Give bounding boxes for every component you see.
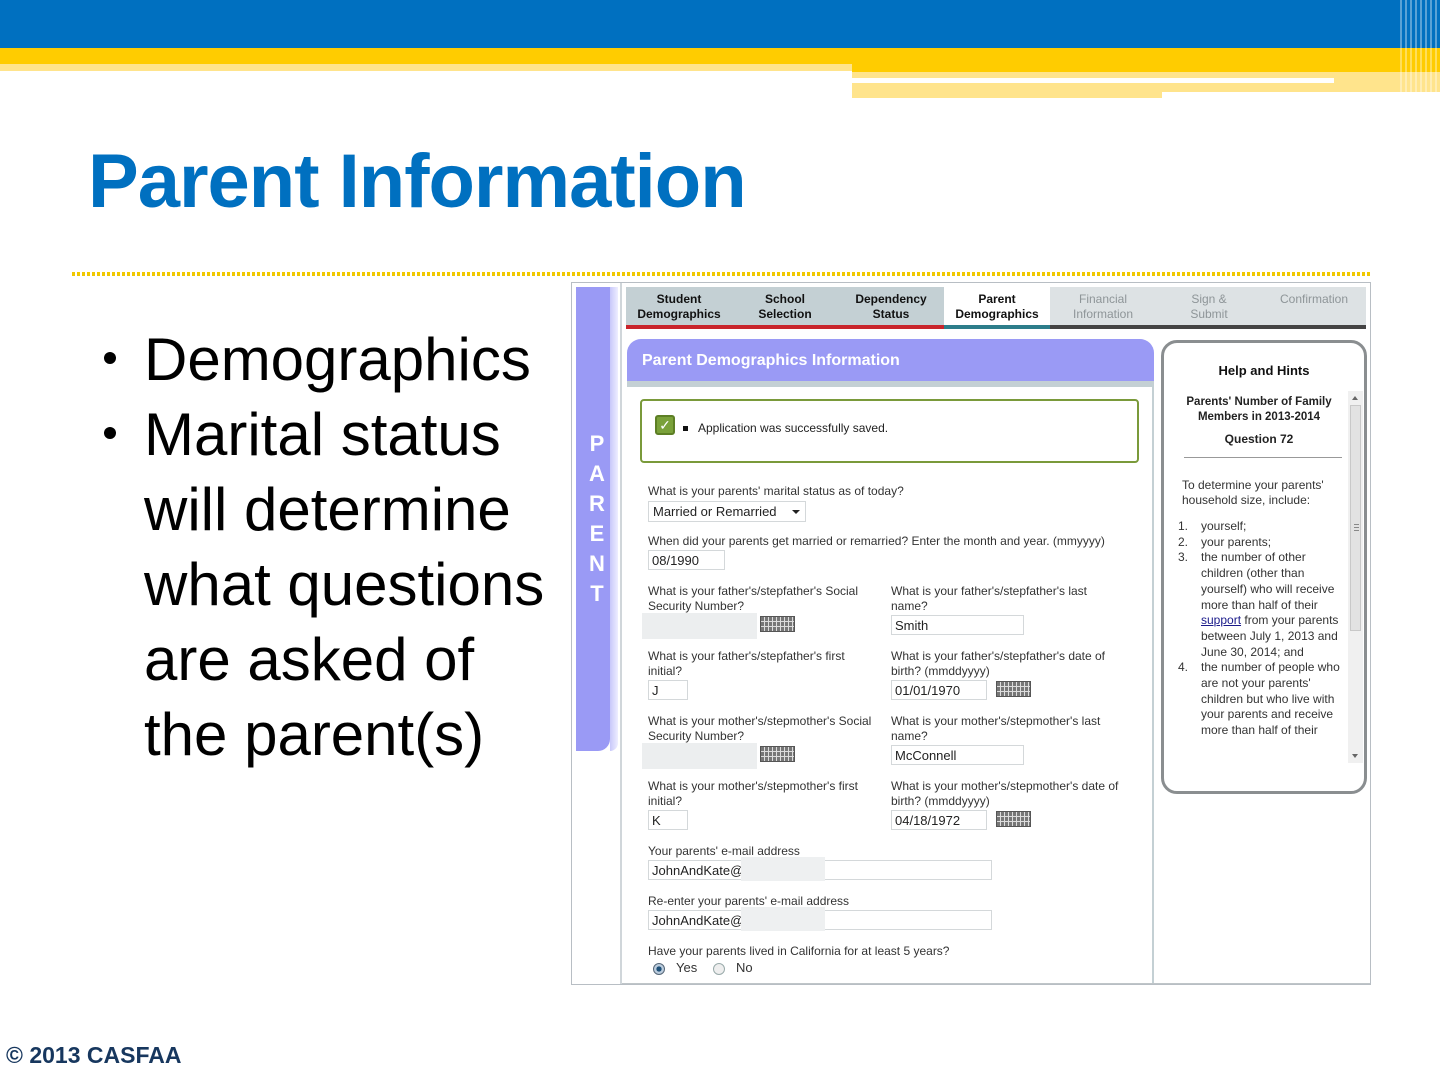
help-and-hints-panel: Help and Hints Parents' Number of Family… <box>1161 340 1367 794</box>
keyboard-icon[interactable] <box>996 811 1031 827</box>
tab-financial-information[interactable]: Financial Information <box>1050 287 1156 329</box>
copyright-footer: © 2013 CASFAA <box>6 1042 182 1068</box>
progress-tabs: Student Demographics School Selection Depe… <box>626 287 1366 329</box>
father-last-name-input[interactable] <box>891 615 1024 635</box>
father-dob-label: What is your father's/stepfather's date … <box>891 649 1106 678</box>
bullet-dot <box>104 352 116 364</box>
tab-parent-demographics[interactable]: Parent Demographics <box>944 287 1050 329</box>
side-letter: E <box>589 521 605 546</box>
mother-ssn-label: What is your mother's/stepmother's Socia… <box>648 714 872 743</box>
header-yellow-band <box>0 48 1440 64</box>
father-initial-label: What is your father's/stepfather's first… <box>648 649 845 678</box>
father-dob-input[interactable] <box>891 680 987 700</box>
radio-yes[interactable] <box>653 963 665 975</box>
header-yellow-band-right <box>852 64 1440 72</box>
mother-dob-label: What is your mother's/stepmother's date … <box>891 779 1119 808</box>
help-title: Help and Hints <box>1218 363 1310 378</box>
scroll-down-arrow-icon[interactable] <box>1352 754 1358 758</box>
bottom-divider <box>622 983 1370 984</box>
checkmark-icon: ✓ <box>655 415 675 435</box>
father-initial-input[interactable] <box>648 680 688 700</box>
side-letter: P <box>589 431 605 456</box>
dropdown-arrow-icon <box>792 510 800 514</box>
mother-initial-input[interactable] <box>648 810 688 830</box>
side-tab-label: P A R E N T <box>587 429 607 609</box>
email-redaction <box>741 857 825 881</box>
help-scrollbar[interactable] <box>1348 391 1363 763</box>
scrollbar-thumb[interactable] <box>1350 405 1361 631</box>
tab-sign-submit[interactable]: Sign & Submit <box>1156 287 1262 329</box>
radio-no-label: No <box>736 960 753 975</box>
marital-status-label: What is your parents' marital status as … <box>648 484 904 498</box>
help-list: 1. yourself; 2. your parents; 3. the number… <box>1178 519 1348 739</box>
bullet-item: Marital status will determine what quest… <box>104 397 574 772</box>
bullet-text: Demographics <box>144 326 531 393</box>
tab-school-selection[interactable]: School Selection <box>732 287 838 329</box>
help-question-number: Question 72 <box>1224 432 1294 446</box>
bullet-item: Demographics <box>104 322 574 397</box>
application-screenshot: P A R E N T Student Demographics School Se… <box>571 282 1371 985</box>
radio-yes-label: Yes <box>676 960 698 975</box>
tab-confirmation[interactable]: Confirmation <box>1262 287 1366 329</box>
married-date-label: When did your parents get married or rem… <box>648 534 1105 548</box>
bullet-dot <box>104 427 116 439</box>
marital-status-select[interactable]: Married or Remarried <box>648 501 806 522</box>
mother-last-name-input[interactable] <box>891 745 1024 765</box>
bullet-text: Marital status will determine what quest… <box>144 401 545 768</box>
father-ssn-input[interactable] <box>642 613 757 639</box>
panel-border <box>1152 387 1154 984</box>
mother-last-name-label: What is your mother's/stepmother's last … <box>891 714 1101 743</box>
bullet-icon <box>683 426 688 431</box>
california-residency-label: Have your parents lived in California fo… <box>648 944 950 958</box>
scroll-up-arrow-icon[interactable] <box>1352 396 1358 400</box>
keyboard-icon[interactable] <box>760 616 795 632</box>
title-divider <box>72 272 1370 276</box>
help-subtitle: Parents' Number of Family Members in 201… <box>1186 396 1332 423</box>
email-confirm-redaction <box>741 907 825 931</box>
slide-title: Parent Information <box>88 139 747 224</box>
side-letter: A <box>589 461 605 486</box>
grip-icon <box>1354 524 1359 531</box>
father-last-name-label: What is your father's/stepfather's last … <box>891 584 1087 613</box>
help-list-item: 1. yourself; <box>1178 519 1247 533</box>
section-side-tab: P A R E N T <box>576 287 618 751</box>
bullet-list: Demographics Marital status will determi… <box>104 322 574 772</box>
mother-initial-label: What is your mother's/stepmother's first… <box>648 779 858 808</box>
help-list-item: 4. the number of people who are not your … <box>1178 660 1340 738</box>
header-gap <box>1162 92 1440 98</box>
marital-status-value: Married or Remarried <box>653 504 777 519</box>
tab-dependency-status[interactable]: Dependency Status <box>838 287 944 329</box>
mother-dob-input[interactable] <box>891 810 987 830</box>
header-blue-band <box>0 0 1440 48</box>
married-date-input[interactable] <box>648 550 725 570</box>
keyboard-icon[interactable] <box>996 681 1031 697</box>
help-intro: To determine your parents' household siz… <box>1182 478 1324 507</box>
panel-title: Parent Demographics Information <box>627 339 1154 381</box>
save-confirmation-text: Application was successfully saved. <box>698 421 889 435</box>
father-ssn-label: What is your father's/stepfather's Socia… <box>648 584 859 613</box>
help-list-item: 3. the number of other children (other th… <box>1178 550 1339 659</box>
mother-ssn-input[interactable] <box>642 743 757 769</box>
keyboard-icon[interactable] <box>760 746 795 762</box>
side-letter: T <box>590 581 604 606</box>
save-confirmation-box: ✓ Application was successfully saved. <box>640 399 1139 463</box>
side-letter: R <box>589 491 605 516</box>
header-edge-lines <box>1400 0 1440 98</box>
panel-strip <box>627 381 1154 387</box>
tab-student-demographics[interactable]: Student Demographics <box>626 287 732 329</box>
support-link[interactable]: support <box>1201 613 1241 627</box>
side-divider <box>620 283 622 984</box>
help-list-item: 2. your parents; <box>1178 534 1272 549</box>
side-letter: N <box>589 551 605 576</box>
header-pale-band <box>0 64 852 71</box>
help-divider <box>1184 457 1342 458</box>
radio-no[interactable] <box>713 963 725 975</box>
